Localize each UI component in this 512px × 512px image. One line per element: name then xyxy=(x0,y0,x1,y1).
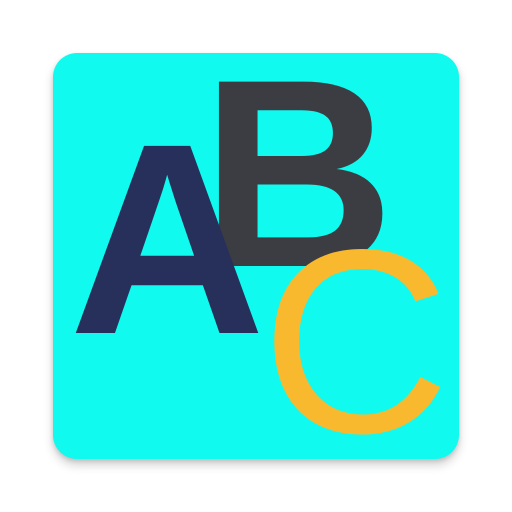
letter-c: C xyxy=(261,195,451,460)
letter-a: A xyxy=(69,87,266,391)
app-icon[interactable]: B A C xyxy=(53,53,459,459)
